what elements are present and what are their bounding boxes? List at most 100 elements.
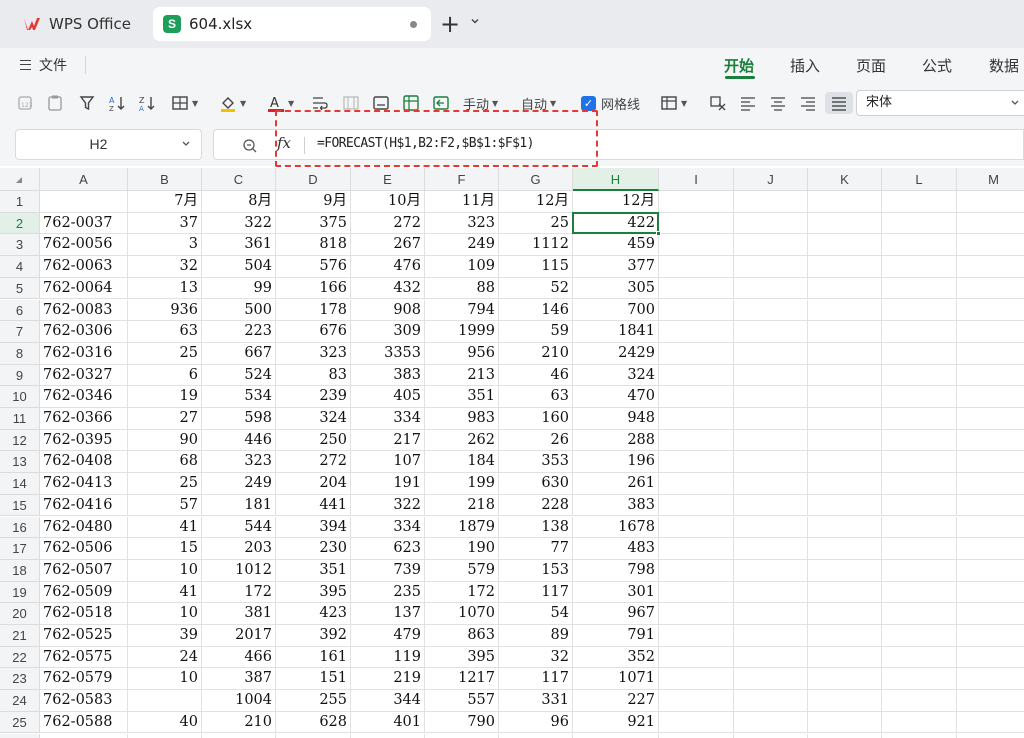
cell-e1[interactable]: 10月 [351,191,425,213]
cell-l7[interactable] [882,321,957,343]
align-center-icon[interactable] [769,92,787,114]
row-header[interactable]: 18 [0,559,40,582]
column-header-c[interactable]: C [202,168,276,191]
cell-c8[interactable]: 667 [202,342,276,365]
cell-l4[interactable] [882,256,957,278]
row-header[interactable]: 14 [0,473,40,495]
cell-k18[interactable] [808,559,882,582]
cell-a4[interactable]: 762-0063 [40,256,128,278]
cell-a24[interactable]: 762-0583 [40,690,128,712]
cell-b10[interactable]: 19 [128,386,202,408]
row-header[interactable]: 6 [0,299,40,322]
cell-a7[interactable]: 762-0306 [40,321,128,343]
column-header-i[interactable]: I [659,168,734,191]
cell-b3[interactable]: 3 [128,234,202,257]
row-header[interactable]: 25 [0,711,40,734]
cell-i1[interactable] [659,191,734,213]
cell-c24[interactable]: 1004 [202,690,276,712]
cell-a3[interactable]: 762-0056 [40,234,128,257]
cell-b4[interactable]: 32 [128,256,202,278]
cell-j12[interactable] [734,429,808,452]
cell-f7[interactable]: 1999 [425,321,499,343]
column-header-d[interactable]: D [276,168,351,191]
cell-g25[interactable]: 96 [499,711,573,734]
new-tab-button[interactable]: + [440,10,460,38]
cell-j14[interactable] [734,473,808,495]
chevron-down-icon[interactable] [181,137,191,151]
cell-k6[interactable] [808,299,882,322]
cell-m15[interactable] [957,495,1024,517]
cell-l20[interactable] [882,603,957,625]
row-header[interactable]: 5 [0,277,40,300]
cell-c26[interactable] [202,733,276,738]
cell-j24[interactable] [734,690,808,712]
cell-d24[interactable]: 255 [276,690,351,712]
cell-b22[interactable]: 24 [128,646,202,669]
cell-l16[interactable] [882,516,957,539]
formula-input-area[interactable]: fx =FORECAST(H$1,B2:F2,$B$1:$F$1) [213,129,1024,160]
cell-k15[interactable] [808,494,882,517]
cell-h15[interactable]: 383 [573,494,659,517]
cell-h8[interactable]: 2429 [573,342,659,365]
ribbon-tab-home[interactable]: 开始 [724,55,754,76]
cell-m24[interactable] [957,690,1024,712]
cell-g20[interactable]: 54 [499,603,573,625]
cell-k25[interactable] [808,711,882,734]
cell-i5[interactable] [659,277,734,300]
cell-f23[interactable]: 1217 [425,668,499,691]
cell-b6[interactable]: 936 [128,299,202,322]
cell-k22[interactable] [808,646,882,669]
cell-f11[interactable]: 983 [425,408,499,430]
cell-b5[interactable]: 13 [128,277,202,300]
cell-g8[interactable]: 210 [499,342,573,365]
cell-l17[interactable] [882,538,957,560]
cell-g26[interactable] [499,733,573,738]
sort-descending-icon[interactable]: ZA [138,92,156,114]
cell-e3[interactable]: 267 [351,234,425,257]
column-header-e[interactable]: E [351,168,425,191]
select-all-corner[interactable] [0,168,40,191]
cell-m20[interactable] [957,603,1024,625]
cell-i18[interactable] [659,559,734,582]
cell-i26[interactable] [659,733,734,738]
cell-k4[interactable] [808,256,882,278]
cell-l21[interactable] [882,625,957,647]
justify-icon[interactable] [825,92,853,114]
cell-b12[interactable]: 90 [128,429,202,452]
cell-a26[interactable] [40,733,128,738]
row-header[interactable]: 2 [0,212,40,235]
column-header-j[interactable]: J [734,168,808,191]
cell-i11[interactable] [659,408,734,430]
font-color-dropdown[interactable]: A ▼ [267,92,294,114]
cell-g23[interactable]: 117 [499,668,573,691]
cell-a10[interactable]: 762-0346 [40,386,128,408]
cell-i4[interactable] [659,256,734,278]
cell-e19[interactable]: 235 [351,581,425,604]
cell-d16[interactable]: 394 [276,516,351,539]
cell-i16[interactable] [659,516,734,539]
cell-e9[interactable]: 383 [351,364,425,387]
cell-k2[interactable] [808,212,882,235]
row-header[interactable]: 3 [0,234,40,257]
gridlines-toggle[interactable]: ✓ 网格线 [581,92,640,114]
cell-h24[interactable]: 227 [573,690,659,712]
cell-m7[interactable] [957,321,1024,343]
format-painter-disabled-icon[interactable]: 123 [16,92,34,114]
cell-b20[interactable]: 10 [128,603,202,625]
row-header[interactable]: 24 [0,690,40,712]
column-header-k[interactable]: K [808,168,882,191]
row-header[interactable]: 10 [0,386,40,408]
cell-f18[interactable]: 579 [425,559,499,582]
cell-l18[interactable] [882,559,957,582]
cell-b21[interactable]: 39 [128,625,202,647]
cell-b25[interactable]: 40 [128,711,202,734]
cell-c4[interactable]: 504 [202,256,276,278]
cell-j11[interactable] [734,408,808,430]
cell-k16[interactable] [808,516,882,539]
zoom-lookup-icon[interactable] [242,138,258,154]
cell-k7[interactable] [808,321,882,343]
cell-k19[interactable] [808,581,882,604]
cell-g13[interactable]: 353 [499,451,573,474]
cell-b24[interactable] [128,690,202,712]
cell-h10[interactable]: 470 [573,386,659,408]
